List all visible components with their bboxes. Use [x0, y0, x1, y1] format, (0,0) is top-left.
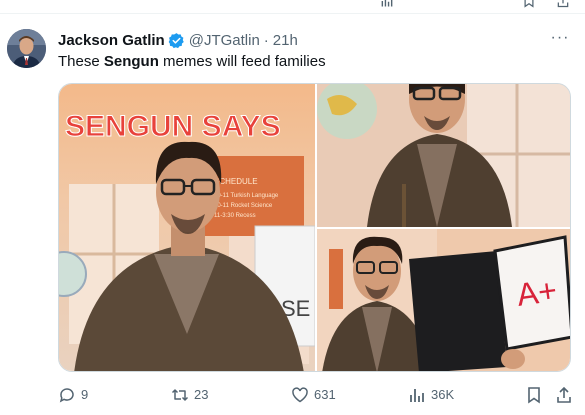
verified-badge-icon: [168, 32, 184, 48]
author-handle[interactable]: @JTGatlin: [189, 32, 260, 49]
more-options-icon[interactable]: ···: [549, 28, 571, 48]
like-button[interactable]: 631: [291, 383, 336, 407]
reply-icon: [59, 388, 74, 403]
grade-text: A+: [515, 272, 560, 313]
tweet-text-end: memes will feed families: [158, 53, 326, 70]
schedule-line-3: 11-3:30 Recess: [214, 213, 256, 219]
media-image-1[interactable]: SCHEDULE 10-11 Turkish Language 10-11 Ro…: [59, 84, 315, 371]
share-icon[interactable]: [556, 0, 570, 8]
schedule-line-2: 10-11 Rocket Science: [214, 203, 273, 209]
bookmark-icon: [528, 387, 540, 404]
share-icon: [557, 386, 571, 403]
tweet-header: Jackson Gatlin @JTGatlin · 21h: [58, 30, 298, 50]
previous-tweet-edge: [0, 0, 585, 14]
share-button[interactable]: [555, 383, 578, 407]
repost-count: 23: [194, 387, 209, 402]
timestamp[interactable]: 21h: [273, 32, 298, 49]
heart-icon: [292, 387, 308, 403]
repost-icon: [171, 389, 189, 401]
views-icon: [410, 389, 424, 402]
media-image-3[interactable]: A+: [317, 229, 570, 371]
sign-text: SENGUN SAYS: [65, 110, 281, 143]
avatar[interactable]: [7, 29, 46, 68]
bookmark-button[interactable]: [525, 383, 548, 407]
author-name[interactable]: Jackson Gatlin: [58, 32, 165, 49]
tweet-text-bold: Sengun: [103, 53, 159, 70]
reply-button[interactable]: 9: [58, 383, 88, 407]
schedule-line-1: 10-11 Turkish Language: [214, 193, 279, 199]
separator-dot: ·: [263, 31, 269, 49]
views-count: 36K: [431, 387, 455, 402]
tweet-text-start: These: [58, 53, 104, 70]
media-image-2[interactable]: [317, 84, 570, 227]
views-icon[interactable]: [380, 0, 394, 8]
action-bar: 9 23 631 36K: [58, 383, 573, 407]
bookmark-icon[interactable]: [522, 0, 536, 8]
repost-button[interactable]: 23: [171, 383, 208, 407]
views-button[interactable]: 36K: [408, 383, 454, 407]
tweet-text: These Sengun memes will feed families: [58, 52, 326, 72]
reply-count: 9: [81, 387, 89, 402]
like-count: 631: [314, 387, 336, 402]
media-grid: SCHEDULE 10-11 Turkish Language 10-11 Ro…: [58, 83, 571, 372]
